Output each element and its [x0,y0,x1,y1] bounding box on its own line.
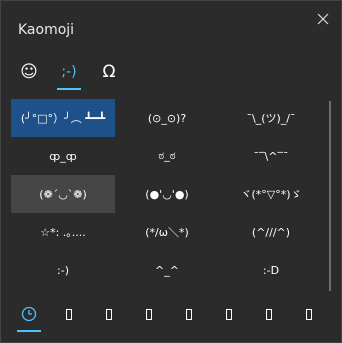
kaomoji-panel: Kaomoji ☺ ;-) Ω (╯°□°）╯︵ ┻━┻ (⊙_⊙)? ¯\_(… [0,0,342,343]
tab-emoji[interactable]: ☺ [9,56,49,88]
unknown-glyph-icon [106,308,112,320]
kaomoji-item[interactable]: :-D [219,251,323,289]
category-button[interactable] [289,298,329,330]
unknown-glyph-icon [186,308,192,320]
kaomoji-item[interactable]: :-) [11,251,115,289]
category-button[interactable] [49,298,89,330]
kaomoji-item[interactable]: ¯\_(ツ)_/¯ [219,99,323,137]
category-button[interactable] [209,298,249,330]
category-bar [9,298,329,332]
kaomoji-item[interactable]: ȹ_ȹ [11,137,115,175]
unknown-glyph-icon [306,308,312,320]
unknown-glyph-icon [66,308,72,320]
kaomoji-icon: ;-) [61,64,77,80]
tab-symbols[interactable]: Ω [89,56,129,88]
category-button[interactable] [169,298,209,330]
emoji-smiley-icon: ☺ [20,62,38,82]
clock-icon [21,306,37,322]
category-button[interactable] [89,298,129,330]
panel-title: Kaomoji [18,22,75,38]
close-icon [317,13,329,25]
kaomoji-item[interactable]: ಠ_ಠ [115,137,219,175]
category-button[interactable] [249,298,289,330]
kaomoji-item[interactable]: ☆*: .｡.... [11,213,115,251]
kaomoji-item[interactable]: (❁´◡`❁) [11,175,115,213]
unknown-glyph-icon [226,308,232,320]
unknown-glyph-icon [266,308,272,320]
kaomoji-item[interactable]: (^///^) [219,213,323,251]
kaomoji-item[interactable]: (●'◡'●) [115,175,219,213]
close-button[interactable] [311,7,335,31]
scrollbar[interactable] [329,101,331,291]
category-tabs: ☺ ;-) Ω [9,56,129,90]
kaomoji-item[interactable]: ^_^ [115,251,219,289]
kaomoji-item[interactable]: (╯°□°）╯︵ ┻━┻ [11,99,115,137]
category-button[interactable] [129,298,169,330]
kaomoji-item[interactable]: (⊙_⊙)? [115,99,219,137]
tab-kaomoji[interactable]: ;-) [49,56,89,90]
kaomoji-grid: (╯°□°）╯︵ ┻━┻ (⊙_⊙)? ¯\_(ツ)_/¯ ȹ_ȹ ಠ_ಠ ¯‾… [11,99,321,289]
omega-symbol-icon: Ω [102,62,116,82]
kaomoji-item[interactable]: (*/ω＼*) [115,213,219,251]
kaomoji-item[interactable]: ヾ(*°▽°*)ゞ [219,175,323,213]
kaomoji-item[interactable]: ¯‾\^‾¯ [219,137,323,175]
unknown-glyph-icon [146,308,152,320]
recent-category-button[interactable] [9,298,49,332]
